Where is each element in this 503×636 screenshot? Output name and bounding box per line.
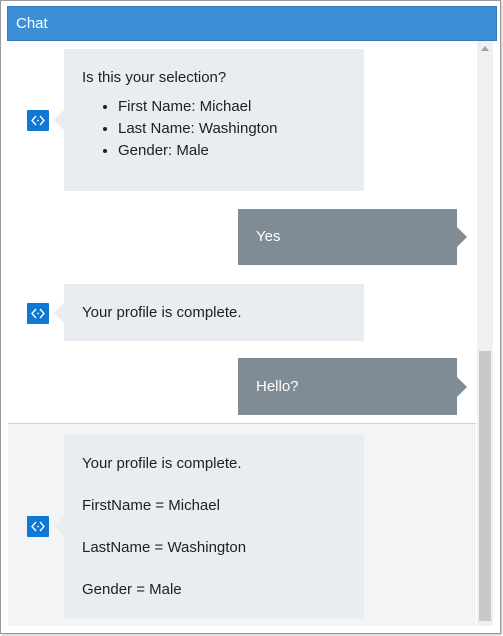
list-item: First Name: Michael <box>118 96 346 118</box>
bot-avatar-icon <box>27 303 49 324</box>
bot-avatar-icon <box>27 110 49 131</box>
window-title: Chat <box>16 15 48 32</box>
message-text: Yes <box>256 228 281 245</box>
scroll-thumb[interactable] <box>479 351 491 621</box>
bot-avatar-icon <box>27 516 49 537</box>
message-text: Hello? <box>256 378 299 395</box>
bot-message: Your profile is complete. FirstName = Mi… <box>54 434 364 618</box>
message-line: FirstName = Michael <box>82 497 220 514</box>
chat-window: Chat Is this your selection? First Name:… <box>0 0 501 634</box>
selection-list: First Name: Michael Last Name: Washingto… <box>82 96 346 162</box>
message-line: Gender = Male <box>82 581 182 598</box>
user-message: Hello? <box>238 358 467 415</box>
message-text: Your profile is complete. <box>82 304 242 321</box>
selected-message-row[interactable]: Your profile is complete. FirstName = Mi… <box>8 423 476 626</box>
scroll-up-icon[interactable] <box>477 41 493 55</box>
user-message: Yes <box>238 209 467 265</box>
list-item: Last Name: Washington <box>118 118 346 140</box>
message-text: Is this your selection? <box>82 69 227 86</box>
message-line: LastName = Washington <box>82 539 247 556</box>
chat-history[interactable]: Is this your selection? First Name: Mich… <box>8 41 476 626</box>
bot-message: Is this your selection? First Name: Mich… <box>54 49 364 191</box>
message-line: Your profile is complete. <box>82 455 242 472</box>
title-bar: Chat <box>7 6 497 41</box>
bot-message: Your profile is complete. <box>54 284 364 341</box>
vertical-scrollbar[interactable] <box>477 41 493 626</box>
list-item: Gender: Male <box>118 140 346 162</box>
